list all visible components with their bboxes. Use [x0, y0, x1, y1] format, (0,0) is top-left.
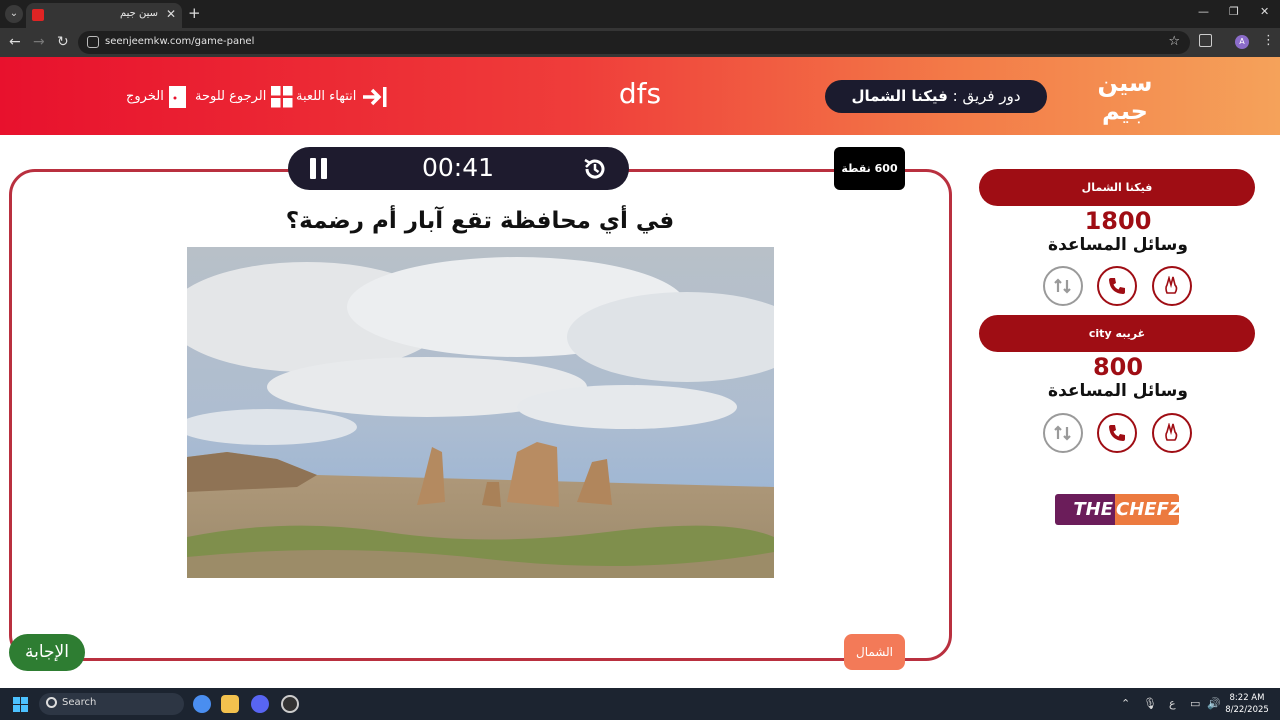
sponsor-right-text: CHEFZ — [1115, 494, 1179, 525]
sponsor-left-text: THE — [1055, 494, 1115, 525]
clock-date: 8/22/2025 — [1225, 705, 1269, 715]
browser-menu-icon[interactable]: ⋮ — [1262, 33, 1275, 48]
two-answers-icon — [1165, 276, 1178, 294]
restore-icon[interactable]: ❐ — [1229, 5, 1239, 18]
game-header: سين جيم دور فريق : فيكنا الشمال dfs انته… — [0, 57, 1280, 135]
answer-button[interactable]: الإجابة — [9, 634, 85, 671]
end-game-button[interactable]: انتهاء اللعبة — [296, 84, 387, 110]
phone-icon — [1109, 425, 1125, 441]
team-1-phone-aid[interactable] — [1097, 266, 1137, 306]
game-name: dfs — [618, 77, 662, 110]
pause-icon[interactable] — [309, 158, 329, 179]
clock-time: 8:22 AM — [1229, 693, 1265, 703]
team-1-aids-label: وسائل المساعدة — [1048, 235, 1188, 255]
profile-avatar[interactable]: A — [1235, 35, 1249, 49]
team-tag: الشمال — [844, 634, 905, 670]
turn-team-name: فيكنا الشمال — [851, 87, 948, 105]
back-to-board-button[interactable]: الرجوع للوحة — [195, 84, 293, 110]
volume-icon[interactable]: 🔊 — [1207, 697, 1221, 710]
phone-icon — [1109, 278, 1125, 294]
svg-text:جيم: جيم — [1102, 97, 1148, 125]
browser-tab[interactable]: سين جيم ✕ — [26, 3, 182, 28]
question-text: في أي محافظة تقع آبار أم رضمة؟ — [285, 208, 675, 234]
end-game-label: انتهاء اللعبة — [296, 89, 357, 104]
team-2-swap-aid[interactable] — [1043, 413, 1083, 453]
grid-icon — [270, 85, 293, 107]
taskbar-search-label: Search — [62, 697, 97, 708]
current-turn-badge: دور فريق : فيكنا الشمال — [825, 80, 1047, 113]
team-1-score: 1800 — [1084, 207, 1152, 235]
site-favicon-icon — [32, 9, 44, 21]
tray-overflow-icon[interactable]: ⌃ — [1121, 697, 1130, 710]
seen-jeem-logo: سين جيم — [1098, 69, 1153, 125]
reload-icon[interactable]: ↻ — [57, 34, 69, 50]
swap-icon — [1054, 425, 1071, 441]
tab-title: سين جيم — [119, 8, 158, 19]
door-icon — [168, 85, 186, 108]
team-2-aids-label: وسائل المساعدة — [1048, 381, 1188, 401]
back-icon[interactable]: ← — [9, 34, 21, 50]
svg-text:سين: سين — [1098, 69, 1153, 97]
taskbar-clock[interactable]: 8:22 AM 8/22/2025 — [1222, 692, 1272, 716]
team-2-two-answers-aid[interactable] — [1152, 413, 1192, 453]
question-image — [187, 247, 774, 578]
exit-arrow-icon — [362, 86, 387, 107]
team-1-two-answers-aid[interactable] — [1152, 266, 1192, 306]
search-icon — [46, 697, 57, 708]
taskbar-search[interactable]: Search — [39, 693, 184, 715]
browser-toolbar: ← → ↻ seenjeemkw.com/game-panel ☆ — [0, 28, 1280, 57]
microphone-icon[interactable]: 🎙 — [1143, 697, 1157, 710]
minimize-icon[interactable]: — — [1198, 5, 1209, 18]
new-tab-icon[interactable]: + — [188, 4, 201, 22]
turn-prefix: دور فريق : — [952, 87, 1021, 105]
network-icon[interactable]: ▭ — [1190, 697, 1200, 710]
team-2-name: غريبه city — [979, 315, 1255, 352]
windows-taskbar: Search ⌃ 🎙 ع ▭ 🔊 8:22 AM 8/22/2025 — [0, 688, 1280, 720]
team-2-phone-aid[interactable] — [1097, 413, 1137, 453]
two-answers-icon — [1165, 423, 1178, 441]
reset-timer-icon[interactable] — [582, 156, 608, 182]
timer-bar: 00:41 — [288, 147, 629, 190]
close-window-icon[interactable]: ✕ — [1260, 5, 1269, 18]
points-badge: 600 نقطة — [834, 147, 905, 190]
site-info-icon[interactable] — [87, 36, 99, 48]
obs-icon[interactable] — [281, 695, 299, 713]
chrome-icon[interactable] — [193, 695, 211, 713]
bookmark-star-icon[interactable]: ☆ — [1168, 34, 1180, 49]
discord-icon[interactable] — [251, 695, 269, 713]
url-text: seenjeemkw.com/game-panel — [105, 36, 255, 47]
tab-close-icon[interactable]: ✕ — [166, 7, 176, 21]
language-indicator[interactable]: ع — [1169, 697, 1176, 710]
swap-icon — [1054, 278, 1071, 294]
team-2-score: 800 — [1092, 353, 1144, 381]
sponsor-logo: THE CHEFZ — [1055, 494, 1179, 525]
timer-text: 00:41 — [421, 153, 495, 182]
file-explorer-icon[interactable] — [221, 695, 239, 713]
exit-button[interactable]: الخروج — [126, 84, 190, 110]
team-1-swap-aid[interactable] — [1043, 266, 1083, 306]
exit-label: الخروج — [126, 89, 164, 104]
team-1-name: فيكنا الشمال — [979, 169, 1255, 206]
back-to-board-label: الرجوع للوحة — [195, 89, 267, 104]
browser-tab-bar: ⌄ سين جيم ✕ + — ❐ ✕ — [0, 0, 1280, 28]
extensions-icon[interactable] — [1199, 34, 1212, 47]
windows-start-icon[interactable] — [13, 697, 29, 713]
address-bar[interactable]: seenjeemkw.com/game-panel ☆ — [78, 31, 1190, 54]
tab-search-button[interactable]: ⌄ — [5, 5, 23, 23]
forward-icon[interactable]: → — [33, 34, 45, 50]
